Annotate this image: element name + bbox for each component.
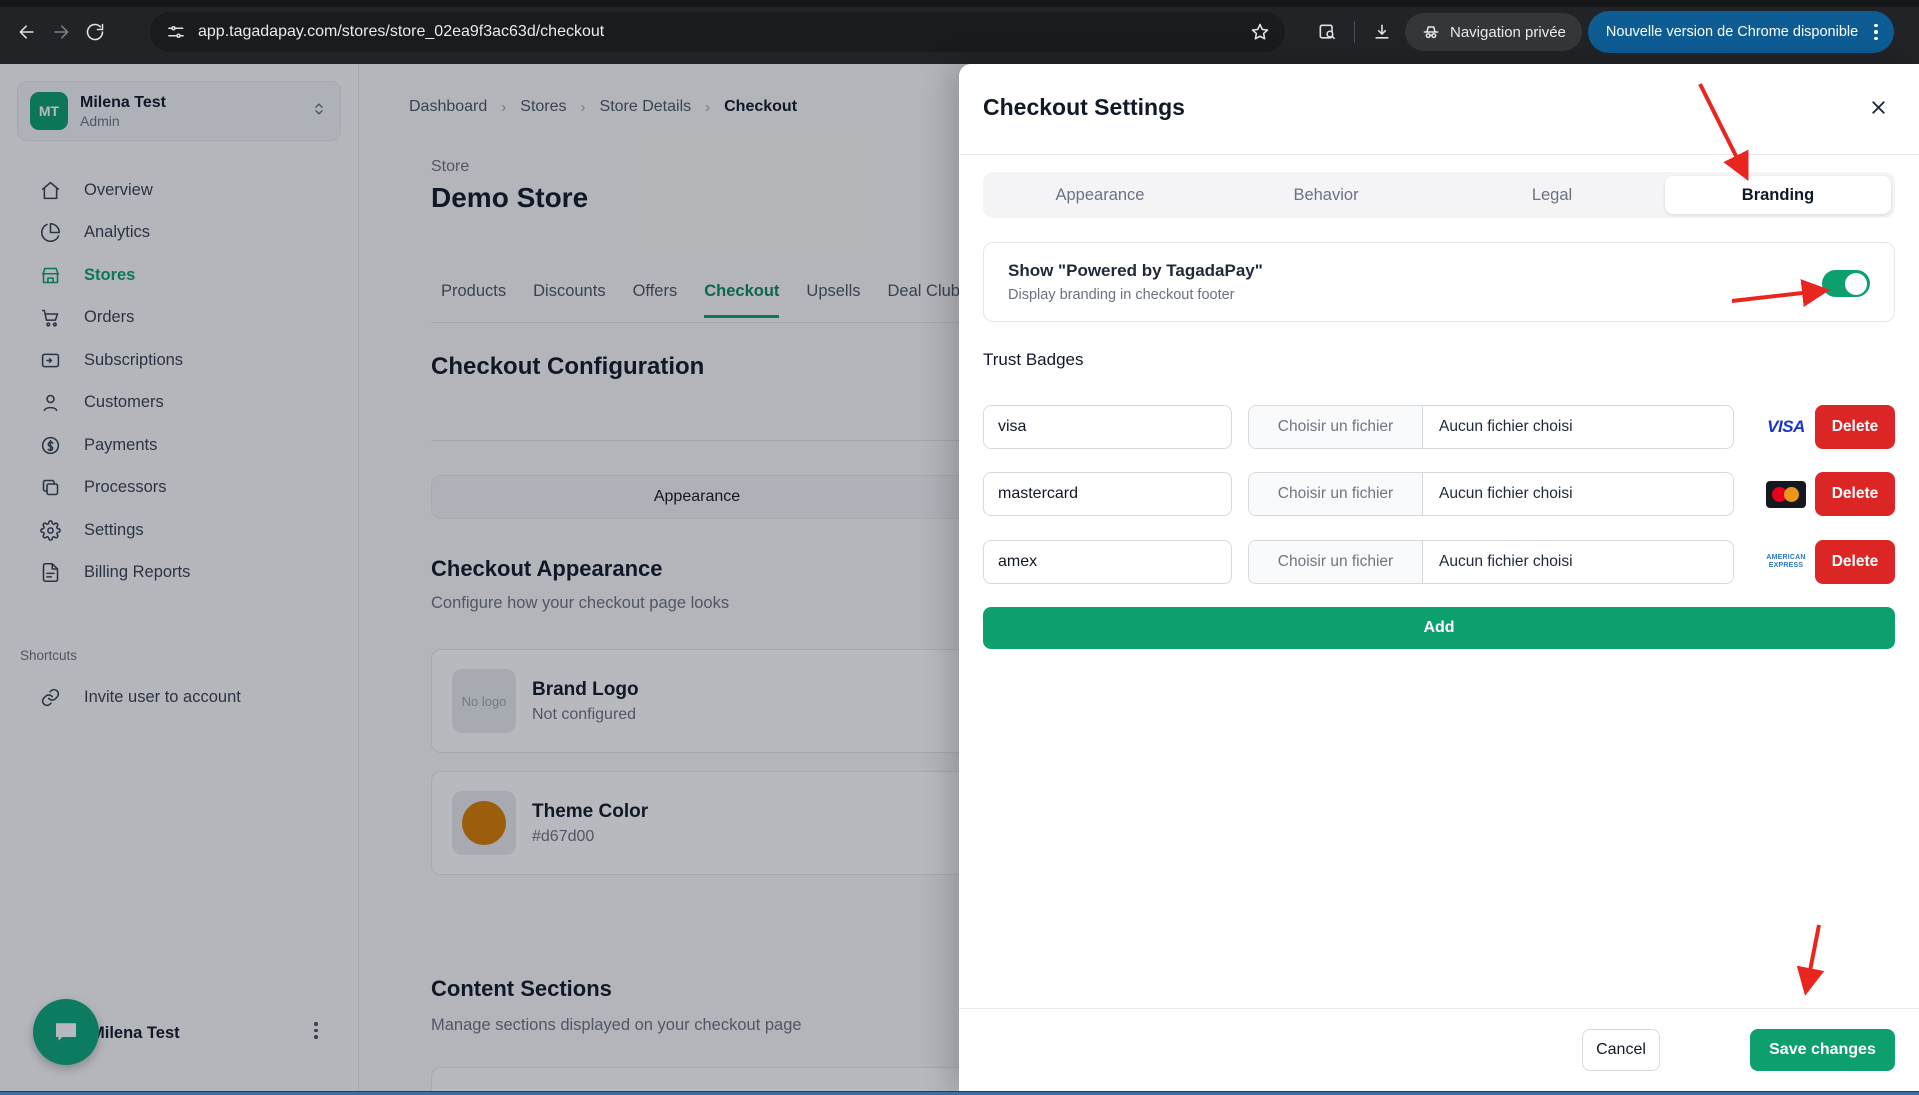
bookmark-star-icon[interactable]: [1247, 19, 1273, 45]
url-text[interactable]: app.tagadapay.com/stores/store_02ea9f3ac…: [198, 23, 1247, 41]
choose-file-button[interactable]: Choisir un fichier: [1249, 406, 1423, 448]
badge-file-input[interactable]: Choisir un fichier Aucun fichier choisi: [1248, 472, 1734, 516]
app-window: MT Milena Test Admin Overview Analytics: [0, 64, 1919, 1095]
badge-name-input[interactable]: [983, 405, 1232, 449]
private-browsing-label: Navigation privée: [1450, 23, 1566, 41]
screen: app.tagadapay.com/stores/store_02ea9f3ac…: [0, 0, 1919, 1095]
tab-behavior[interactable]: Behavior: [1213, 176, 1439, 214]
drawer-footer: Cancel Save changes: [959, 1008, 1919, 1095]
tab-appearance[interactable]: Appearance: [987, 176, 1213, 214]
drawer-tabs: Appearance Behavior Legal Branding: [983, 172, 1895, 218]
drawer-header: Checkout Settings: [959, 64, 1919, 155]
visa-logo: VISA: [1767, 417, 1805, 436]
cancel-button[interactable]: Cancel: [1582, 1029, 1660, 1071]
file-status-text: Aucun fichier choisi: [1439, 553, 1573, 570]
mastercard-logo: [1766, 480, 1806, 508]
choose-file-button[interactable]: Choisir un fichier: [1249, 473, 1423, 515]
trust-badge-row: Choisir un fichier Aucun fichier choisi …: [983, 405, 1895, 449]
reload-icon[interactable]: [78, 15, 112, 49]
badge-name-input[interactable]: [983, 540, 1232, 584]
checkout-settings-drawer: Checkout Settings Appearance Behavior Le…: [959, 64, 1919, 1095]
address-bar[interactable]: app.tagadapay.com/stores/store_02ea9f3ac…: [150, 12, 1285, 52]
save-changes-button[interactable]: Save changes: [1750, 1029, 1895, 1071]
back-icon[interactable]: [10, 15, 44, 49]
delete-button[interactable]: Delete: [1815, 472, 1895, 516]
chrome-update-button[interactable]: Nouvelle version de Chrome disponible: [1587, 11, 1894, 53]
close-icon[interactable]: [1863, 92, 1893, 122]
delete-button[interactable]: Delete: [1815, 405, 1895, 449]
bottom-edge-strip: [0, 1091, 1919, 1095]
branding-toggle[interactable]: [1822, 270, 1870, 297]
badge-file-input[interactable]: Choisir un fichier Aucun fichier choisi: [1248, 405, 1734, 449]
file-status-text: Aucun fichier choisi: [1439, 418, 1573, 435]
incognito-icon: [1423, 26, 1439, 39]
forward-icon[interactable]: [44, 15, 78, 49]
file-status-text: Aucun fichier choisi: [1439, 485, 1573, 502]
site-settings-icon[interactable]: [164, 20, 188, 44]
delete-button[interactable]: Delete: [1815, 540, 1895, 584]
powered-by-toggle-card: Show "Powered by TagadaPay" Display bran…: [983, 242, 1895, 322]
reading-mode-icon[interactable]: [1310, 15, 1344, 49]
badge-name-input[interactable]: [983, 472, 1232, 516]
trust-badges-label: Trust Badges: [983, 350, 1084, 369]
toggle-title: Show "Powered by TagadaPay": [1008, 261, 1263, 280]
browser-toolbar: app.tagadapay.com/stores/store_02ea9f3ac…: [0, 0, 1919, 64]
chrome-update-label: Nouvelle version de Chrome disponible: [1605, 24, 1859, 40]
trust-badge-row: Choisir un fichier Aucun fichier choisi …: [983, 472, 1895, 516]
drawer-title: Checkout Settings: [983, 94, 1185, 120]
download-icon[interactable]: [1365, 15, 1399, 49]
badge-file-input[interactable]: Choisir un fichier Aucun fichier choisi: [1248, 540, 1734, 584]
add-button[interactable]: Add: [983, 607, 1895, 649]
browser-menu-icon[interactable]: [1868, 20, 1884, 45]
amex-logo: AMERICAN EXPRESS: [1766, 554, 1806, 569]
toolbar-divider: [1354, 21, 1355, 43]
toggle-subtitle: Display branding in checkout footer: [1008, 287, 1235, 303]
tab-branding[interactable]: Branding: [1665, 176, 1891, 214]
trust-badge-row: Choisir un fichier Aucun fichier choisi …: [983, 540, 1895, 584]
tab-legal[interactable]: Legal: [1439, 176, 1665, 214]
private-browsing-badge[interactable]: Navigation privée: [1405, 13, 1582, 51]
choose-file-button[interactable]: Choisir un fichier: [1249, 541, 1423, 583]
